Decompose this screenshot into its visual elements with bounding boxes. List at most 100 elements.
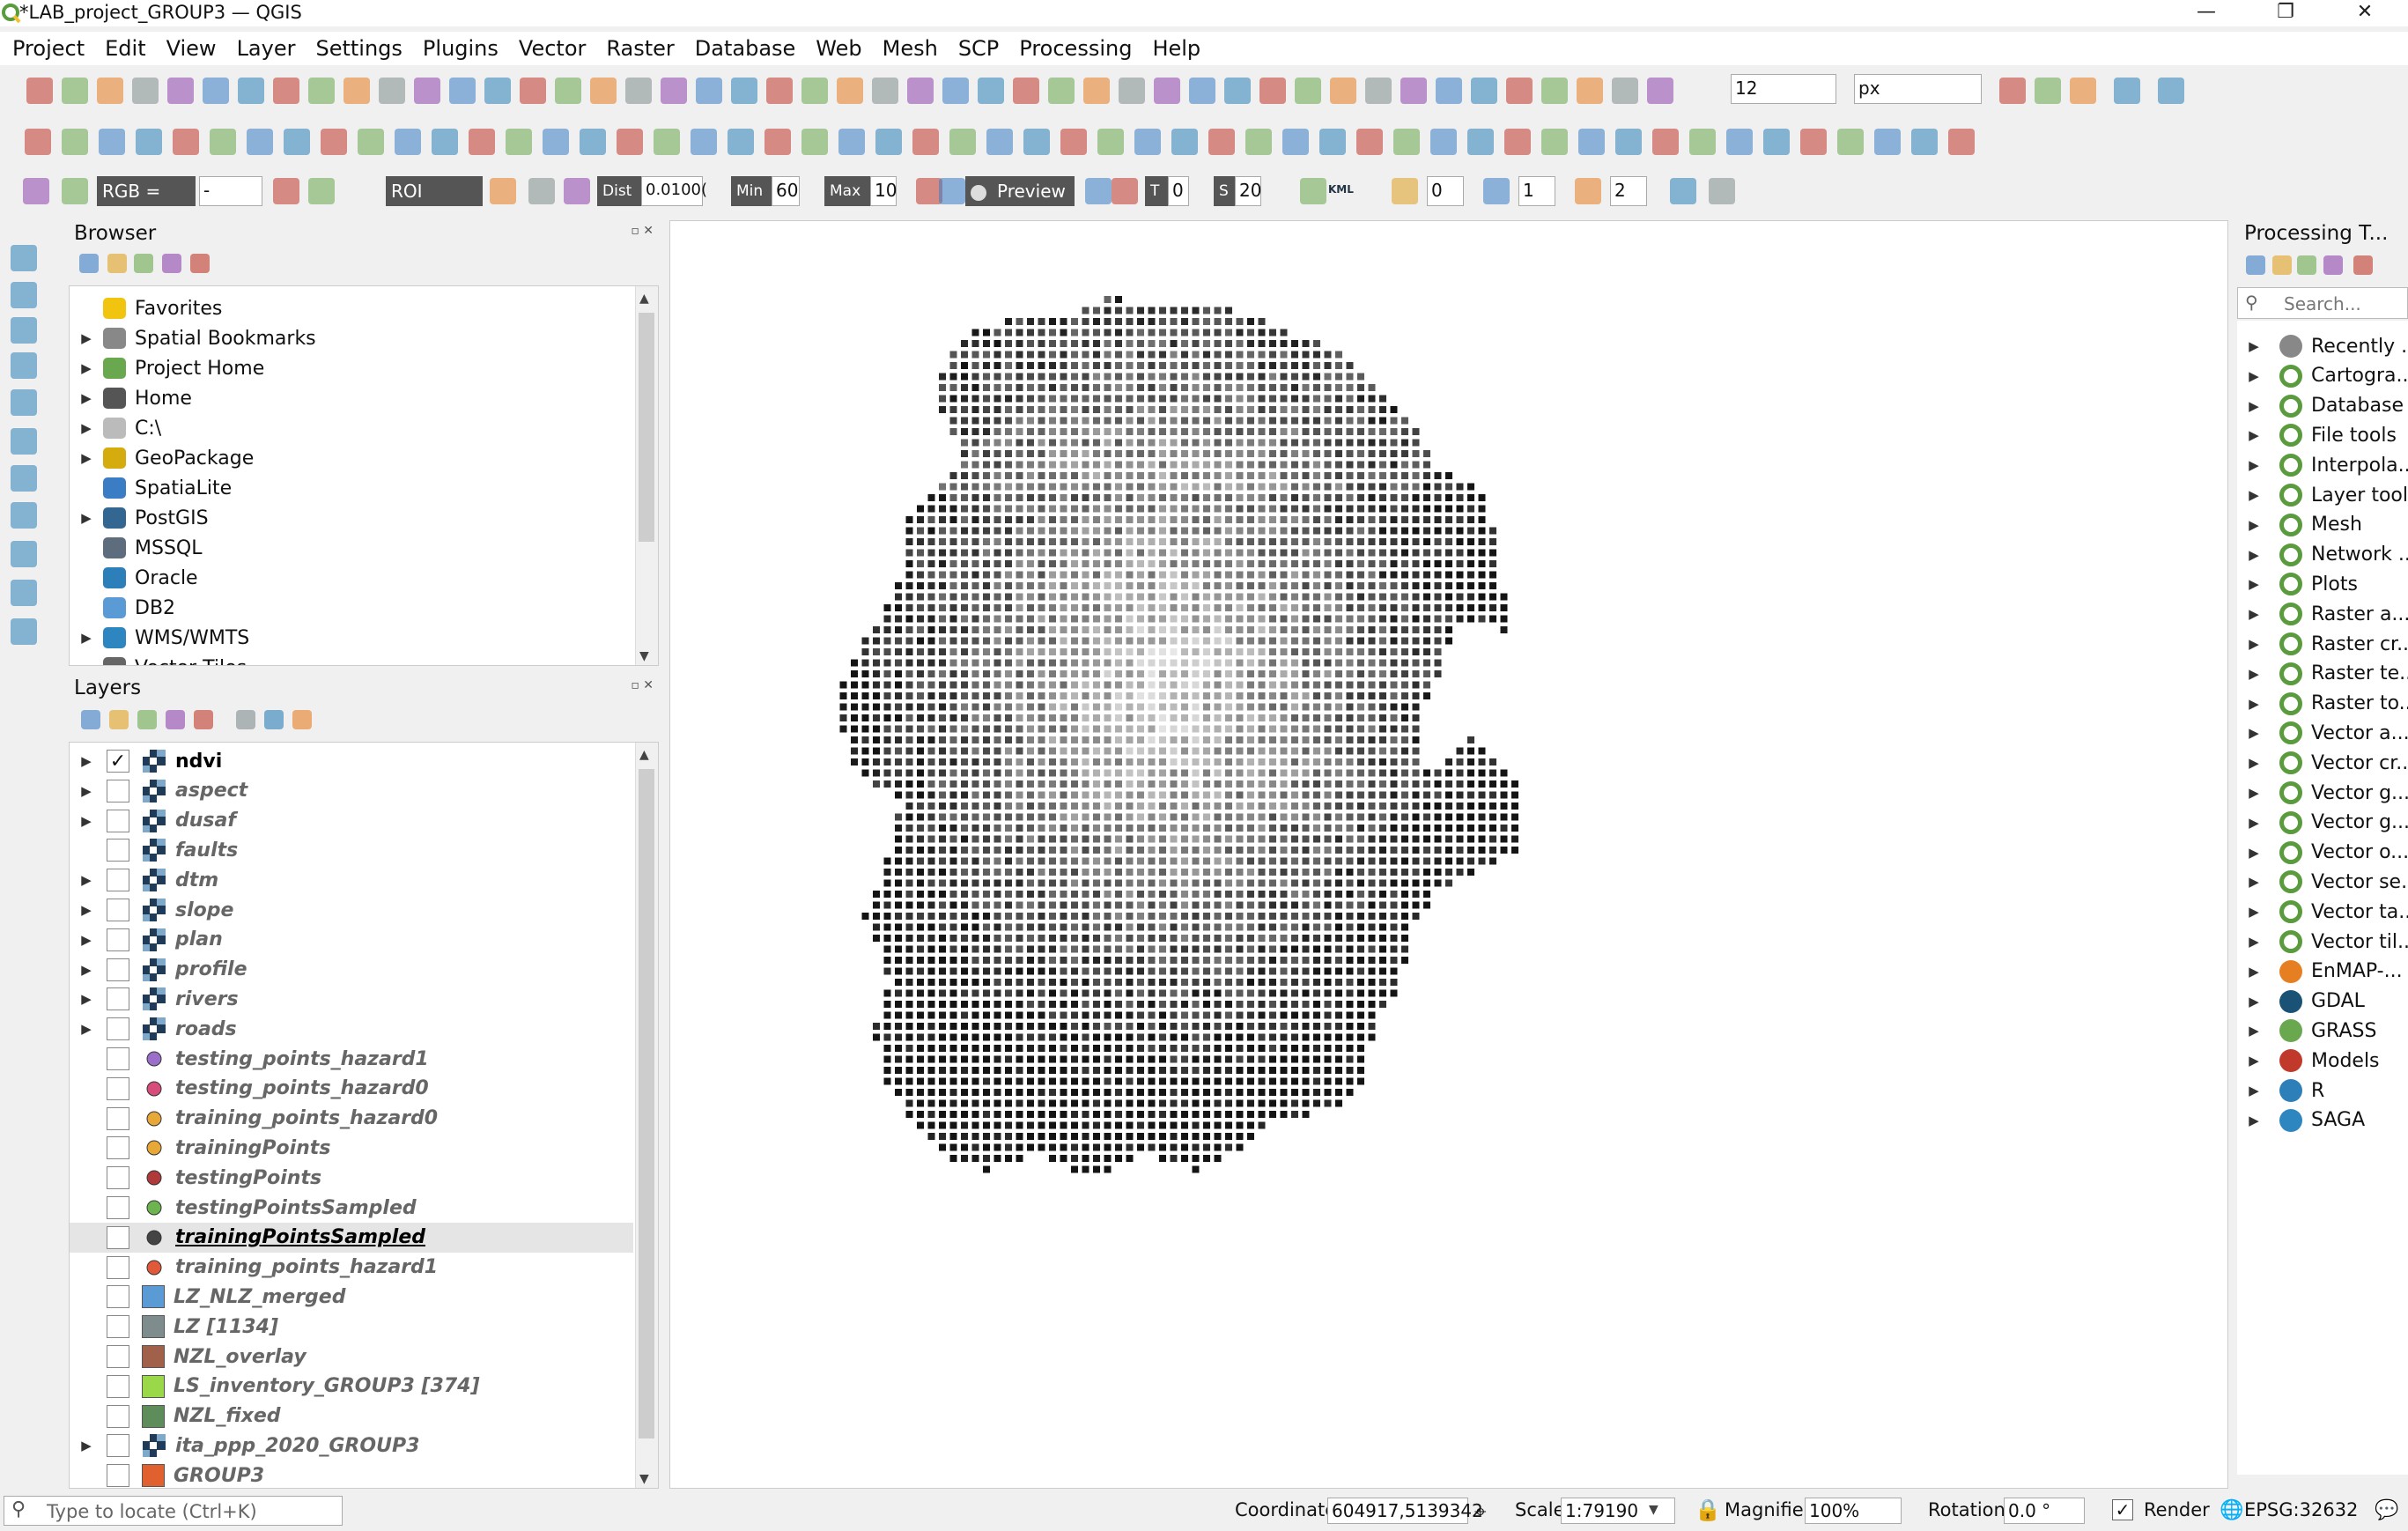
toolbar-tool-icon[interactable] (1483, 178, 1510, 204)
layer-visibility-checkbox[interactable] (107, 1315, 129, 1339)
toolbar-tool-icon[interactable] (1245, 129, 1272, 155)
expand-arrow-icon[interactable]: ▶ (73, 962, 100, 978)
min-field[interactable]: 60 (772, 176, 800, 206)
toolbar-tool-icon[interactable] (136, 129, 162, 155)
processing-group-plots-8[interactable]: ▶ Plots (2237, 569, 2358, 599)
expand-arrow-icon[interactable]: ▶ (73, 1021, 100, 1037)
toolbar-tool-icon[interactable] (1060, 129, 1087, 155)
layer-visibility-checkbox[interactable] (107, 1345, 129, 1368)
toolbar-tool-icon[interactable] (1577, 78, 1603, 104)
max-field[interactable]: 10 (870, 176, 897, 206)
layers-tool-icon[interactable] (264, 710, 284, 729)
toolbar-tool-icon[interactable] (1541, 129, 1568, 155)
layer-visibility-checkbox[interactable] (107, 1434, 129, 1458)
close-button[interactable]: ✕ (2338, 0, 2391, 26)
toolbar-tool-icon[interactable] (625, 78, 652, 104)
browser-tool-icon[interactable] (162, 254, 181, 273)
kml-button[interactable]: KML (1328, 183, 1354, 196)
processing-group-cartogra-1[interactable]: ▶ Cartogra... (2237, 361, 2408, 391)
menu-project[interactable]: Project (12, 36, 85, 61)
toolbar-tool-icon[interactable] (308, 78, 335, 104)
toolbar-tool-icon[interactable] (1670, 178, 1696, 204)
menu-scp[interactable]: SCP (958, 36, 999, 61)
layer-visibility-checkbox[interactable] (107, 1255, 129, 1279)
dist-field[interactable]: 0.0100( (641, 176, 707, 206)
toolbar-tool-icon[interactable] (1763, 129, 1790, 155)
layer-item-nzl-fixed[interactable]: ▶NZL_fixed (70, 1402, 633, 1431)
expand-arrow-icon[interactable]: ▶ (2241, 487, 2267, 503)
expand-arrow-icon[interactable]: ▶ (73, 813, 100, 829)
expand-arrow-icon[interactable]: ▶ (2241, 785, 2267, 801)
browser-item-wms-wmts[interactable]: ▶ WMS/WMTS (70, 623, 633, 653)
layers-tool-icon[interactable] (166, 710, 185, 729)
expand-arrow-icon[interactable]: ▶ (2241, 547, 2267, 563)
processing-group-raster-cr-10[interactable]: ▶ Raster cr... (2237, 629, 2408, 659)
toolbar-tool-icon[interactable] (449, 78, 476, 104)
toolbar-tool-icon[interactable] (1319, 129, 1346, 155)
layer-item-rivers[interactable]: ▶ rivers (70, 984, 633, 1014)
extents-toggle-icon[interactable]: ⌖ (1474, 1499, 1487, 1524)
toolbar-tool-icon[interactable] (875, 129, 902, 155)
layer-visibility-checkbox[interactable] (107, 987, 129, 1011)
rotation-field[interactable]: 0.0 ° (2004, 1498, 2085, 1524)
toolbar-tool-icon[interactable] (1874, 129, 1901, 155)
layer-item-dusaf[interactable]: ▶ dusaf (70, 806, 633, 836)
toolbar-tool-icon[interactable] (661, 78, 687, 104)
toolbar-tool-icon[interactable] (1911, 129, 1938, 155)
toolbar-tool-icon[interactable] (1506, 78, 1533, 104)
toolbar-tool-icon[interactable] (1295, 78, 1321, 104)
toolbar-tool-icon[interactable] (912, 129, 939, 155)
toolbar-tool-icon[interactable] (942, 78, 969, 104)
toolbar-tool-icon[interactable] (1647, 78, 1673, 104)
toolbar-tool-icon[interactable] (1224, 78, 1251, 104)
band-b-field[interactable]: 1 (1518, 176, 1555, 206)
layer-visibility-checkbox[interactable] (107, 1047, 129, 1070)
expand-arrow-icon[interactable]: ▶ (2241, 934, 2267, 950)
toolbar-tool-icon[interactable] (26, 78, 53, 104)
browser-scrollbar[interactable]: ▲ ▼ (635, 286, 658, 665)
toolbar-tool-icon[interactable] (1048, 78, 1075, 104)
toolbar-tool-icon[interactable] (1392, 178, 1418, 204)
expand-arrow-icon[interactable]: ▶ (73, 753, 100, 769)
toolbar-tool-icon[interactable] (1083, 78, 1110, 104)
processing-group-vector-g-15[interactable]: ▶ Vector g... (2237, 778, 2408, 808)
expand-arrow-icon[interactable]: ▶ (2241, 815, 2267, 831)
digitize-tool-icon[interactable] (11, 502, 37, 529)
toolbar-tool-icon[interactable] (432, 129, 458, 155)
layer-item-nzl-overlay[interactable]: ▶NZL_overlay (70, 1342, 633, 1372)
layer-visibility-checkbox[interactable] (107, 1106, 129, 1130)
toolbar-tool-icon[interactable] (1726, 129, 1753, 155)
browser-item-oracle[interactable]: ▶Oracle (70, 563, 633, 593)
processing-tool-icon[interactable] (2297, 255, 2316, 275)
layer-item-profile[interactable]: ▶ profile (70, 955, 633, 985)
menu-mesh[interactable]: Mesh (883, 36, 938, 61)
toolbar-tool-icon[interactable] (284, 129, 310, 155)
processing-group-vector-se-18[interactable]: ▶ Vector se... (2237, 867, 2408, 897)
toolbar-tool-icon[interactable] (25, 129, 51, 155)
toolbar-tool-icon[interactable] (210, 129, 236, 155)
layer-visibility-checkbox[interactable] (107, 899, 129, 921)
layers-tool-icon[interactable] (109, 710, 129, 729)
expand-arrow-icon[interactable]: ▶ (73, 932, 100, 948)
menu-vector[interactable]: Vector (519, 36, 586, 61)
toolbar-tool-icon[interactable] (1300, 178, 1326, 204)
layer-visibility-checkbox[interactable] (107, 779, 129, 802)
expand-arrow-icon[interactable]: ▶ (2241, 725, 2267, 741)
digitize-tool-icon[interactable] (11, 618, 37, 645)
toolbar-tool-icon[interactable] (97, 78, 123, 104)
processing-group-interpola-4[interactable]: ▶ Interpola... (2237, 450, 2408, 480)
toolbar-tool-icon[interactable] (1085, 178, 1112, 204)
layer-item-group3[interactable]: ▶GROUP3 (70, 1461, 633, 1488)
toolbar-tool-icon[interactable] (1615, 129, 1642, 155)
toolbar-tool-icon[interactable] (132, 78, 159, 104)
processing-group-raster-te-11[interactable]: ▶ Raster te... (2237, 659, 2408, 689)
toolbar-tool-icon[interactable] (801, 129, 828, 155)
toolbar-tool-icon[interactable] (321, 129, 347, 155)
toolbar-tool-icon[interactable] (1330, 78, 1356, 104)
layer-item-trainingpoints[interactable]: ▶trainingPoints (70, 1133, 633, 1163)
expand-arrow-icon[interactable]: ▶ (73, 390, 100, 406)
expand-arrow-icon[interactable]: ▶ (2241, 696, 2267, 712)
browser-tool-icon[interactable] (79, 254, 99, 273)
processing-group-database-2[interactable]: ▶ Database (2237, 391, 2404, 421)
layers-tool-icon[interactable] (137, 710, 157, 729)
